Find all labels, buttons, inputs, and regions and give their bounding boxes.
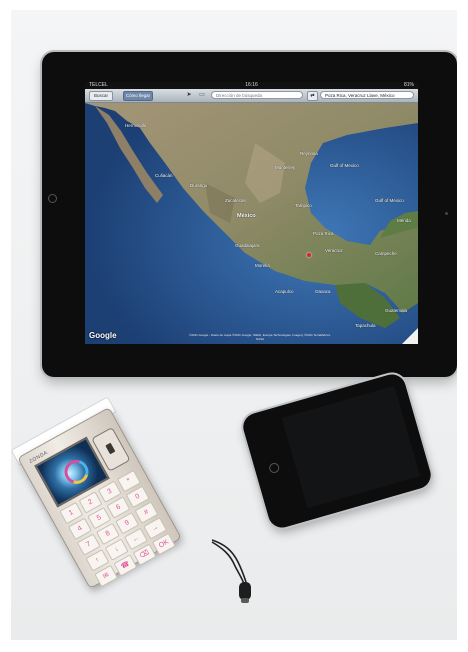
ipad-camera [445,212,448,215]
page-curl-icon[interactable] [402,328,418,344]
map-label-durango: Durango [190,183,208,188]
map-label-guadalajara: Guadalajara [235,243,260,248]
map-label-merida: Mérida [397,218,411,223]
location-pin-icon[interactable] [307,253,311,257]
map-label-tapachula: Tapachula [355,323,376,328]
phone-center-key [105,442,116,455]
swap-icon[interactable]: ⇄ [307,91,318,101]
map-label-tampico: Tampico [295,203,312,208]
photo: TELCEL 16:16 81% Buscar Cómo llegar ➤ ▭ … [11,10,457,640]
feature-phone: ZONDA 1 2 3 * 4 5 6 0 7 8 9 # ↑ ↓ ← → ✉ … [11,396,182,590]
map-attribution: ©2011 Google - Datos de mapa ©2011 Googl… [189,333,331,341]
ipod-body [239,371,435,531]
directions-tab-button[interactable]: Cómo llegar [123,91,153,101]
map-label-campeche: Campeche [375,251,397,256]
map-terrain [85,103,418,344]
map-label-reynosa: Reynosa [300,151,318,156]
maps-toolbar: Buscar Cómo llegar ➤ ▭ Dirección de búsq… [85,89,418,103]
map-label-gulf: Gulf of Mexico [330,163,359,168]
status-bar: TELCEL 16:16 81% [85,82,418,89]
ipod-screen [281,385,421,509]
google-logo: Google [89,331,117,340]
map-label-mexico: México [237,213,256,219]
ipod-home-button [268,461,281,475]
locate-icon[interactable]: ➤ [185,91,193,99]
map-label-zacatecas: Zacatecas [225,198,246,203]
strap-icon [211,539,251,603]
destination-field[interactable]: Poza Rica, Veracruz Llave, México [320,91,414,99]
map-label-guatemala: Guatemala [385,308,408,313]
battery-label: 81% [403,82,414,88]
satellite-map[interactable]: México Gulf of Mexico Gulf of Mexico Mon… [85,103,418,344]
bookmarks-icon[interactable]: ▭ [198,91,206,99]
map-label-gulf-2: Gulf of Mexico [375,198,404,203]
phone-strap [210,536,262,606]
ipod-device [239,371,435,531]
map-label-monterrey: Monterrey [275,165,296,170]
ipad-device: TELCEL 16:16 81% Buscar Cómo llegar ➤ ▭ … [42,52,457,377]
map-label-poza-rica: Poza Rica [313,231,334,236]
ipad-screen: TELCEL 16:16 81% Buscar Cómo llegar ➤ ▭ … [85,82,418,344]
search-field[interactable]: Dirección de búsqueda [211,91,303,99]
map-label-acapulco: Acapulco [275,289,294,294]
map-label-culiacan: Culiacán [155,173,173,178]
clock-label: 16:16 [245,82,258,88]
search-tab-button[interactable]: Buscar [89,91,113,101]
swirl-logo-icon [60,455,93,489]
map-label-oaxaca: Oaxaca [315,289,331,294]
ipad-home-button [48,194,57,203]
map-label-veracruz: Veracruz [325,248,343,253]
map-label-hermosillo: Hermosillo [125,123,147,128]
map-label-morelia: Morelia [255,263,270,268]
